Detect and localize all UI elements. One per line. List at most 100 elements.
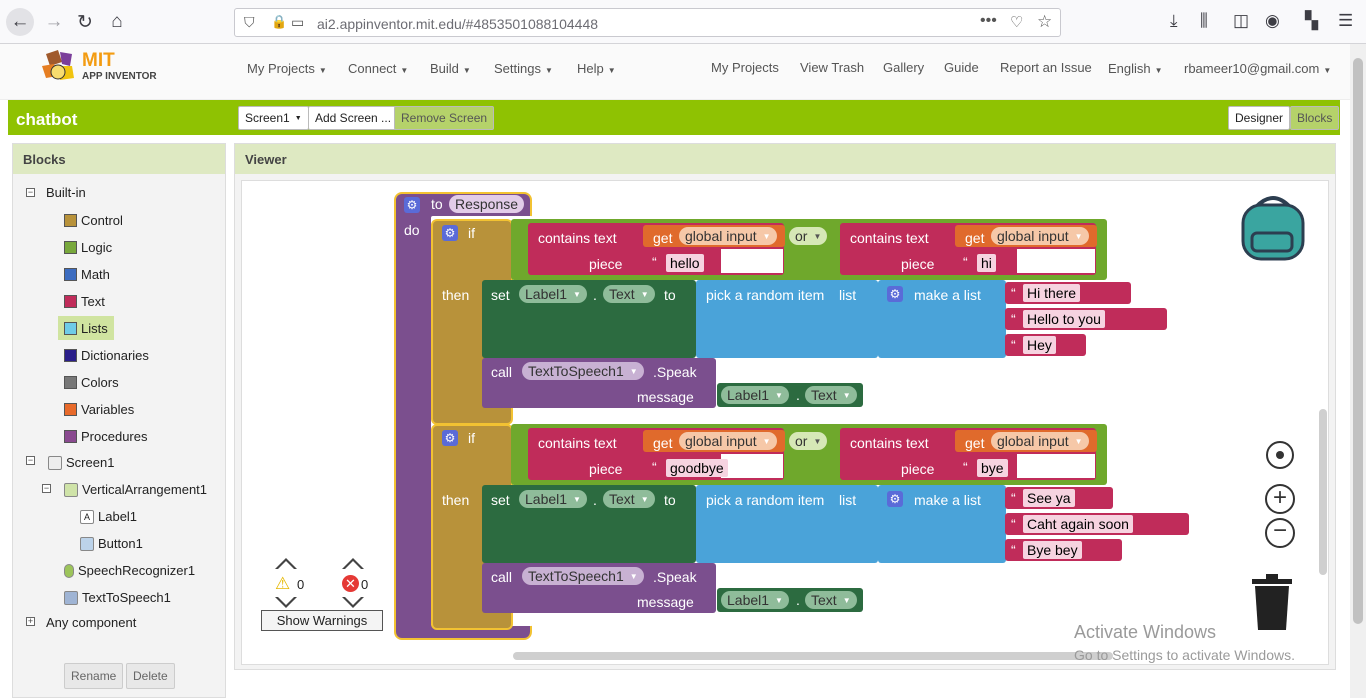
variable-dropdown-2[interactable]: global input ▼	[991, 227, 1089, 245]
tree-texttospeech1[interactable]: TextToSpeech1	[64, 590, 171, 605]
remove-screen-button[interactable]: Remove Screen	[394, 106, 495, 130]
piece-string-2[interactable]: hi	[977, 254, 996, 272]
variable-dropdown[interactable]: global input ▼	[679, 432, 777, 450]
mutator-gear-icon[interactable]: ⚙	[404, 197, 420, 213]
backpack-icon[interactable]	[1238, 193, 1308, 263]
expand-icon[interactable]: +	[26, 617, 35, 626]
menu-settings[interactable]: Settings ▼	[494, 61, 553, 76]
tree-screen1[interactable]: Screen1	[48, 455, 114, 470]
getter-property-dropdown[interactable]: Text ▼	[805, 386, 857, 404]
pocket-icon[interactable]: ♡	[1010, 13, 1023, 31]
category-variables[interactable]: Variables	[58, 397, 140, 421]
category-lists[interactable]: Lists	[58, 316, 114, 340]
list-item-string[interactable]: Hi there	[1023, 284, 1081, 302]
tts-component-dropdown[interactable]: TextToSpeech1 ▼	[522, 567, 644, 585]
tree-button1[interactable]: Button1	[80, 536, 143, 551]
menu-my-projects[interactable]: My Projects ▼	[247, 61, 327, 76]
sidebar-icon[interactable]: ◫	[1233, 11, 1249, 31]
tree-verticalarrangement1[interactable]: VerticalArrangement1	[64, 482, 207, 497]
menu-help[interactable]: Help ▼	[577, 61, 616, 76]
variable-dropdown-2[interactable]: global input ▼	[991, 432, 1089, 450]
tree-speechrecognizer1[interactable]: SpeechRecognizer1	[64, 563, 195, 578]
component-dropdown[interactable]: Label1 ▼	[519, 490, 587, 508]
or-dropdown[interactable]: or ▼	[789, 432, 828, 450]
set-label: set	[491, 492, 510, 508]
trash-icon[interactable]	[1249, 573, 1295, 633]
getter-component-dropdown[interactable]: Label1 ▼	[721, 386, 789, 404]
account-icon[interactable]: ◉	[1265, 11, 1280, 31]
extensions-icon[interactable]: ▚	[1305, 11, 1318, 31]
collapse-icon[interactable]: −	[26, 188, 35, 197]
menu-build[interactable]: Build ▼	[430, 61, 471, 76]
page-scrollbar[interactable]	[1350, 44, 1366, 698]
category-control[interactable]: Control	[58, 208, 129, 232]
list-item-string[interactable]: Hey	[1023, 336, 1056, 354]
piece-string-2[interactable]: bye	[977, 459, 1008, 477]
category-procedures[interactable]: Procedures	[58, 424, 153, 448]
tree-any-component[interactable]: Any component	[46, 615, 136, 630]
back-icon[interactable]: ←	[6, 8, 34, 36]
getter-component-dropdown[interactable]: Label1 ▼	[721, 591, 789, 609]
recenter-icon[interactable]	[1266, 441, 1294, 469]
blocks-button[interactable]: Blocks	[1290, 106, 1340, 130]
collapse-icon[interactable]: −	[26, 456, 35, 465]
reload-icon[interactable]: ↻	[71, 8, 99, 36]
link-my-projects[interactable]: My Projects	[711, 60, 779, 75]
zoom-out-icon[interactable]: −	[1265, 518, 1295, 548]
list-item-string[interactable]: Caht again soon	[1023, 515, 1133, 533]
screen-select[interactable]: Screen1 ▼	[238, 106, 309, 130]
show-warnings-button[interactable]: Show Warnings	[261, 610, 383, 631]
link-guide[interactable]: Guide	[944, 60, 979, 75]
piece-string[interactable]: goodbye	[666, 459, 728, 477]
home-icon[interactable]: ⌂	[103, 8, 131, 36]
menu-connect[interactable]: Connect ▼	[348, 61, 408, 76]
designer-button[interactable]: Designer	[1228, 106, 1291, 130]
language-menu[interactable]: English ▼	[1108, 61, 1163, 76]
rename-button[interactable]: Rename	[64, 663, 124, 689]
url-bar[interactable]: ⛉ 🔒 ▭ ai2.appinventor.mit.edu/#485350108…	[234, 8, 1061, 37]
piece-string[interactable]: hello	[666, 254, 704, 272]
library-icon[interactable]: ⫼	[1200, 11, 1208, 31]
tts-component-dropdown[interactable]: TextToSpeech1 ▼	[522, 362, 644, 380]
category-logic[interactable]: Logic	[58, 235, 118, 259]
blocks-workspace[interactable]: ⚙toResponsedo⚙ifthencontains textgetgetg…	[241, 180, 1329, 665]
variable-dropdown[interactable]: global input ▼	[679, 227, 777, 245]
then-label: then	[442, 287, 470, 303]
user-menu[interactable]: rbameer10@gmail.com ▼	[1184, 61, 1331, 76]
list-item-string[interactable]: See ya	[1023, 489, 1075, 507]
list-item-string[interactable]: Bye bey	[1023, 541, 1082, 559]
page-scrollbar-thumb[interactable]	[1353, 58, 1363, 624]
tree-label1[interactable]: A Label1	[80, 509, 137, 524]
if-gear-icon[interactable]: ⚙	[442, 225, 458, 241]
zoom-in-icon[interactable]: +	[1265, 484, 1295, 514]
property-dropdown[interactable]: Text ▼	[603, 490, 655, 508]
category-math[interactable]: Math	[58, 262, 116, 286]
add-screen-button[interactable]: Add Screen ...	[308, 106, 399, 130]
link-report-issue[interactable]: Report an Issue	[1000, 60, 1092, 75]
procedure-name[interactable]: Response	[449, 195, 525, 213]
make-list-gear-icon[interactable]: ⚙	[887, 491, 903, 507]
getter-property-dropdown[interactable]: Text ▼	[805, 591, 857, 609]
download-icon[interactable]: ⤓	[1170, 11, 1178, 31]
collapse-icon[interactable]: −	[42, 484, 51, 493]
workspace-vscrollbar[interactable]	[1319, 409, 1327, 575]
delete-button[interactable]: Delete	[126, 663, 175, 689]
link-view-trash[interactable]: View Trash	[800, 60, 864, 75]
menu-icon[interactable]: ☰	[1338, 11, 1353, 31]
category-text[interactable]: Text	[58, 289, 111, 313]
link-gallery[interactable]: Gallery	[883, 60, 924, 75]
or-dropdown[interactable]: or ▼	[789, 227, 828, 245]
make-list-gear-icon[interactable]: ⚙	[887, 286, 903, 302]
list-item-string[interactable]: Hello to you	[1023, 310, 1105, 328]
category-colors[interactable]: Colors	[58, 370, 125, 394]
if-gear-icon[interactable]: ⚙	[442, 430, 458, 446]
category-dictionaries[interactable]: Dictionaries	[58, 343, 155, 367]
component-dropdown[interactable]: Label1 ▼	[519, 285, 587, 303]
property-dropdown[interactable]: Text ▼	[603, 285, 655, 303]
workspace-hscrollbar[interactable]	[513, 652, 1113, 660]
tree-builtin[interactable]: Built-in	[46, 185, 86, 200]
bookmark-star-icon[interactable]: ☆	[1037, 12, 1052, 32]
app-inventor-logo[interactable]: MIT APP INVENTOR	[36, 48, 166, 90]
more-icon[interactable]: •••	[980, 12, 997, 30]
forward-icon[interactable]: →	[40, 8, 68, 36]
